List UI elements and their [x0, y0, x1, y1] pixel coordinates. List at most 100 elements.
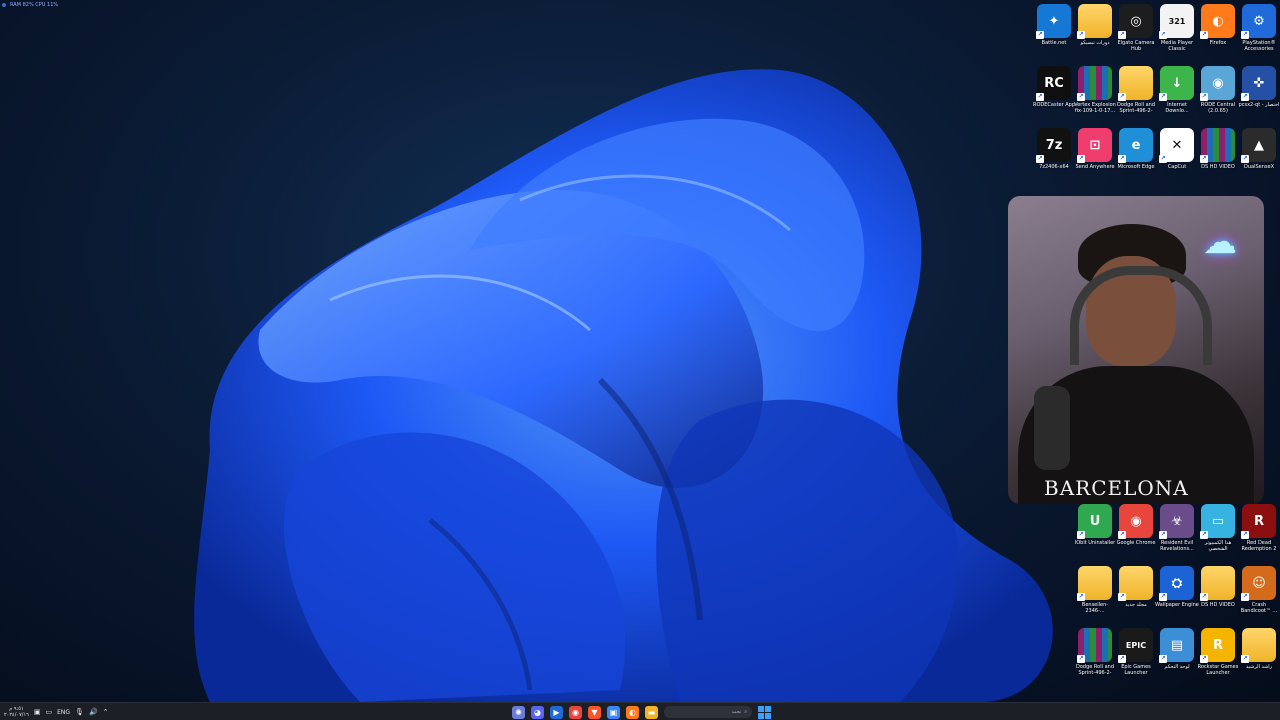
shortcut-arrow-icon: ↗	[1036, 31, 1044, 39]
language-indicator[interactable]: ENG	[57, 709, 70, 716]
shortcut-arrow-icon: ↗	[1159, 93, 1167, 101]
shortcut-arrow-icon: ↗	[1200, 93, 1208, 101]
firefox-icon: ◐ ↗	[1200, 4, 1235, 39]
gamepad-icon: ⚙ ↗	[1241, 4, 1276, 39]
desktop-icon-label: 7z2406-x64	[1039, 164, 1069, 170]
folder-icon: ↗	[1200, 566, 1235, 601]
desktop-icon-idm[interactable]: ↓ ↗ Internet Downlo...	[1157, 66, 1197, 124]
desktop-icon-label: Crash Bandicoot™ ...	[1240, 602, 1278, 614]
shortcut-arrow-icon: ↗	[1077, 531, 1085, 539]
desktop-icon-7z[interactable]: 7z ↗ 7z2406-x64	[1034, 128, 1074, 186]
shortcut-arrow-icon: ↗	[1036, 93, 1044, 101]
desktop-icon-dodge1[interactable]: ↗Dodge Roll and Sprint-496-2-30...	[1116, 66, 1156, 124]
desktop-icon-label: لوحة التحكم	[1164, 664, 1190, 670]
taskbar-app-firefox[interactable]: ◐	[626, 705, 639, 719]
desktop-icon-re-rev[interactable]: ☣ ↗ Resident Evil Revelations...	[1157, 504, 1197, 562]
desktop-icon-rdr2[interactable]: R ↗ Red Dead Redemption 2	[1239, 504, 1279, 562]
clock[interactable]: ٩:٥١ م ٢٠٢٤/٠٧/١٦	[4, 706, 29, 718]
desktop-icon-vertex[interactable]: ↗ Vertex Explosion fix-109-1-0-17...	[1074, 66, 1116, 124]
capcut-icon: ✕ ↗	[1159, 128, 1194, 163]
desktop-icon-thispc[interactable]: ▭ ↗ هذا الكمبيوتر الشخصي	[1198, 504, 1238, 562]
headphones-icon	[1070, 266, 1212, 365]
desktop-icon-crash[interactable]: ☺ ↗ Crash Bandicoot™ ...	[1239, 566, 1279, 624]
chrome-icon: ◉ ↗	[1118, 504, 1153, 539]
taskbar-app-store[interactable]: ▣	[607, 705, 620, 719]
shortcut-arrow-icon: ↗	[1159, 593, 1167, 601]
desktop-icon-firefox[interactable]: ◐ ↗ Firefox	[1198, 4, 1238, 62]
shortcut-arrow-icon: ↗	[1200, 31, 1208, 39]
taskbar-app-explorer[interactable]: ▬	[645, 705, 658, 719]
network-icon[interactable]: ▣	[34, 708, 41, 716]
desktop-icon-capcut[interactable]: ✕ ↗ CapCut	[1157, 128, 1197, 186]
desktop-icon-rodecentral[interactable]: ◉ ↗ RODE Central (2.0.65)	[1198, 66, 1238, 124]
taskbar-app-copilot[interactable]: ✺	[512, 705, 525, 719]
shortcut-arrow-icon: ↗	[1159, 31, 1167, 39]
desktop-icon-dshd1[interactable]: ↗ DS HD VIDEO	[1198, 128, 1238, 186]
desktop-icon-edge[interactable]: e ↗ Microsoft Edge	[1116, 128, 1156, 186]
desktop-icon-newfolder[interactable]: ↗ مجلد جديد	[1116, 566, 1156, 624]
folder-icon: ↗	[1118, 566, 1153, 601]
desktop-icon-rodecaster[interactable]: RC ↗ RODECaster App	[1033, 66, 1075, 124]
chevron-up-icon[interactable]: ⌃	[103, 708, 109, 716]
desktop-icon-iobit[interactable]: U ↗ IObit Uninstaller	[1075, 504, 1115, 562]
search-box[interactable]: بحث ⌕	[664, 706, 752, 718]
desktop-icon-benseilen[interactable]: ↗ Benseilen-2346-...	[1075, 566, 1115, 624]
shortcut-arrow-icon: ↗	[1200, 655, 1208, 663]
winrar-icon: ↗	[1077, 66, 1112, 101]
desktop-icon-label: Rockstar Games Launcher	[1197, 664, 1239, 676]
desktop-icon-control[interactable]: ▤ ↗ لوحة التحكم	[1157, 628, 1197, 686]
taskbar-app-chrome[interactable]: ◉	[569, 705, 582, 719]
desktop-icon-rashid[interactable]: ↗ راشد الرشيد	[1239, 628, 1279, 686]
display-icon[interactable]: ▭	[45, 708, 52, 716]
desktop-icon-epic[interactable]: EPIC ↗ Epic Games Launcher	[1116, 628, 1156, 686]
desktop-icon-label: Microsoft Edge	[1117, 164, 1155, 170]
desktop-icon-mpc[interactable]: 321 ↗ Media Player Classic	[1157, 4, 1197, 62]
desktop-icon-dualsense[interactable]: ▲ ↗ DualSenseX	[1239, 128, 1279, 186]
idm-icon: ↓ ↗	[1159, 66, 1194, 101]
desktop-icon-dodge2[interactable]: ↗Dodge Roll and Sprint-496-2-30...	[1075, 628, 1115, 686]
desktop-icon-label: Vertex Explosion fix-109-1-0-17...	[1074, 102, 1116, 114]
desktop-icon-rockstar[interactable]: R ↗ Rockstar Games Launcher	[1198, 628, 1238, 686]
start-button[interactable]	[758, 705, 771, 719]
desktop-icon-label: Google Chrome	[1116, 540, 1156, 546]
shortcut-arrow-icon: ↗	[1159, 531, 1167, 539]
desktop[interactable]: RAM 82% CPU 11% ✦ ↗ Battle.net ↗ دورات تبسيك…	[0, 0, 1280, 720]
webcam-overlay: BARCELONA ☁	[1008, 196, 1264, 504]
desktop-icon-elgato[interactable]: ◎ ↗ Elgato Camera Hub	[1116, 4, 1156, 62]
taskbar-app-media[interactable]: ▶	[550, 705, 563, 719]
desktop-icon-sendanywhere[interactable]: ⊡ ↗ Send Anywhere	[1075, 128, 1115, 186]
folder-user-icon: ↗	[1241, 628, 1276, 663]
folder-icon: ↗	[1118, 66, 1153, 101]
desktop-icon-pcsx2[interactable]: ✜ ↗ pcsx2-qt - اختصار	[1239, 66, 1279, 124]
chrome-icon: ◉	[572, 707, 579, 717]
rockstar-icon: R ↗	[1200, 628, 1235, 663]
desktop-icon-label: Elgato Camera Hub	[1117, 40, 1155, 52]
search-placeholder: بحث	[731, 709, 742, 715]
folder-icon: ↗	[1077, 566, 1112, 601]
desktop-icon-wallpaper[interactable]: ⛭ ↗ Wallpaper Engine	[1155, 566, 1199, 624]
desktop-icon-label: DS HD VIDEO	[1201, 602, 1235, 608]
system-tray: ٩:٥١ م ٢٠٢٤/٠٧/١٦ ▣ ▭ ENG 🎙 🔊 ⌃	[4, 704, 109, 720]
desktop-icon-dshd2[interactable]: ↗ DS HD VIDEO	[1198, 566, 1238, 624]
hoodie-text: BARCELONA	[1044, 476, 1189, 500]
control-panel-icon: ▤ ↗	[1159, 628, 1194, 663]
shortcut-arrow-icon: ↗	[1118, 655, 1126, 663]
taskbar-app-discord[interactable]: ◕	[531, 705, 544, 719]
mpc-icon: 321 ↗	[1159, 4, 1194, 39]
desktop-icon-label: Internet Downlo...	[1165, 102, 1189, 114]
desktop-icon-label: Resident Evil Revelations...	[1160, 540, 1194, 552]
brave-icon: ▼	[591, 707, 598, 717]
volume-icon[interactable]: 🔊	[89, 708, 98, 716]
microphone-tray-icon[interactable]: 🎙	[75, 708, 84, 716]
shortcut-arrow-icon: ↗	[1241, 655, 1249, 663]
desktop-icon-folder-ar[interactable]: ↗ دورات تبسيكو	[1075, 4, 1115, 62]
file-explorer-icon: ▬	[647, 707, 656, 717]
desktop-icon-label: IObit Uninstaller	[1074, 540, 1116, 546]
desktop-icon-ps-acc[interactable]: ⚙ ↗ PlayStation® Accessories	[1239, 4, 1279, 62]
desktop-icon-label: Media Player Classic	[1160, 40, 1194, 52]
windows-logo-icon	[758, 705, 764, 712]
desktop-icon-chrome[interactable]: ◉ ↗ Google Chrome	[1116, 504, 1156, 562]
desktop-icon-battlenet[interactable]: ✦ ↗ Battle.net	[1034, 4, 1074, 62]
taskbar-app-brave[interactable]: ▼	[588, 705, 601, 719]
desktop-icon-label: DS HD VIDEO	[1201, 164, 1235, 170]
